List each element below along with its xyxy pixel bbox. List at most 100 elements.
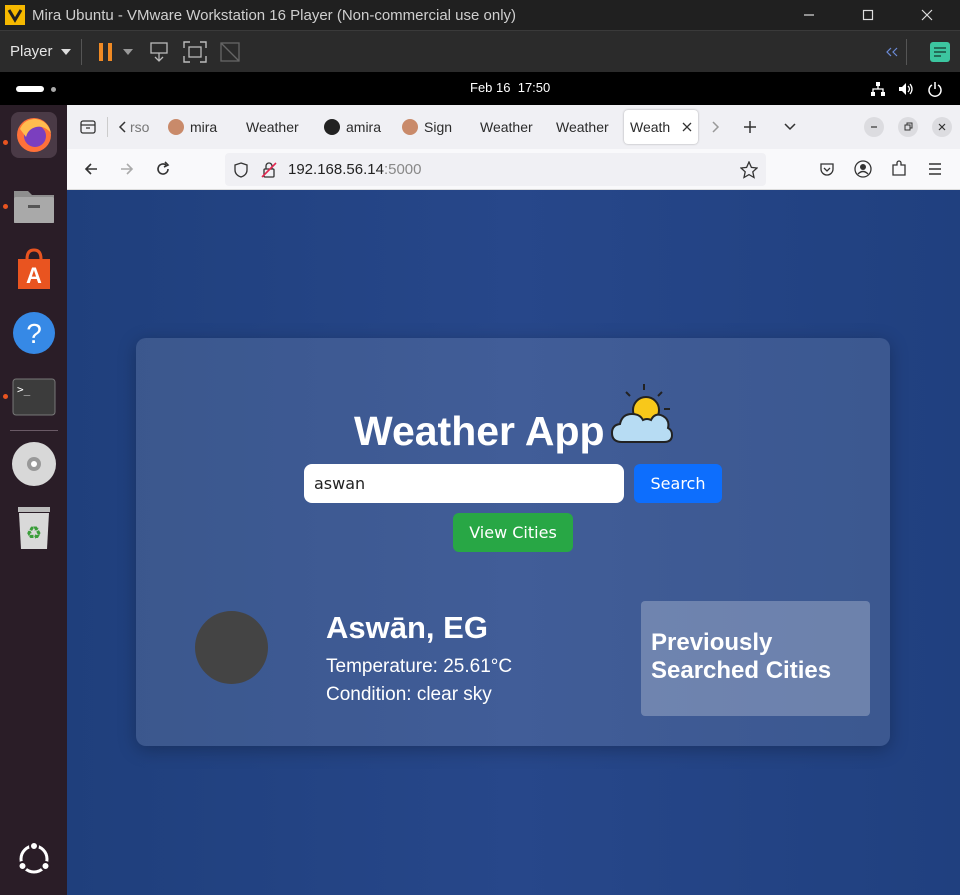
account-icon[interactable] <box>854 160 872 178</box>
tab-label: Weather <box>556 119 609 135</box>
tab-label: Weather <box>246 119 299 135</box>
weather-page: Weather App aswan Search View Cities Asw… <box>67 190 960 895</box>
tab-6[interactable]: Weather <box>474 110 546 144</box>
temperature-text: Temperature: 25.61°C <box>326 656 513 677</box>
power-icon[interactable] <box>927 81 943 97</box>
player-menu-label: Player <box>10 43 53 60</box>
volume-icon[interactable] <box>898 81 914 97</box>
tab-3[interactable]: Weather <box>240 110 312 144</box>
pause-icon[interactable] <box>96 41 116 63</box>
dock-files[interactable] <box>11 182 57 228</box>
activities-indicator[interactable] <box>16 86 44 92</box>
firefox-running-indicator <box>3 140 8 145</box>
tab-active[interactable]: Weath <box>624 110 698 144</box>
trash-icon: ♻ <box>18 507 50 549</box>
dock-trash[interactable]: ♻ <box>11 505 57 551</box>
restore-icon <box>904 122 913 131</box>
firefox-view-icon[interactable] <box>79 118 97 136</box>
tab-2[interactable]: mira <box>162 110 234 144</box>
files-running-indicator <box>3 204 8 209</box>
vmware-title-bar: Mira Ubuntu - VMware Workstation 16 Play… <box>0 0 960 30</box>
firefox-icon <box>17 118 51 152</box>
tab-1[interactable]: rso <box>130 110 156 144</box>
help-icon: ? <box>13 312 55 354</box>
clock-time: 17:50 <box>517 80 551 95</box>
tab-divider <box>107 117 108 137</box>
tab-4[interactable]: amira <box>318 110 390 144</box>
bookmark-star-icon[interactable] <box>740 161 758 179</box>
svg-text:>_: >_ <box>17 383 31 396</box>
window-close-button[interactable] <box>932 117 952 137</box>
url-bar[interactable]: 192.168.56.14 :5000 <box>225 153 766 186</box>
insecure-lock-icon[interactable] <box>261 161 277 178</box>
workspace-dot <box>51 87 56 92</box>
pause-dropdown-icon[interactable] <box>122 48 134 56</box>
svg-text:♻: ♻ <box>26 523 42 544</box>
files-folder-icon <box>14 191 54 223</box>
app-title: Weather App <box>354 408 605 454</box>
close-tab-icon[interactable] <box>682 122 692 132</box>
dropdown-arrow-icon <box>60 48 71 55</box>
dock-terminal[interactable]: >_ <box>11 374 57 420</box>
tab-label: Weather <box>480 119 533 135</box>
notes-icon[interactable] <box>929 41 951 63</box>
close-icon <box>921 9 933 21</box>
new-tab-plus-icon[interactable] <box>742 119 758 135</box>
network-icon[interactable] <box>870 81 886 97</box>
dock-separator <box>10 430 58 431</box>
clock[interactable]: Feb 16 17:50 <box>470 80 550 95</box>
scroll-tabs-left-icon[interactable] <box>116 120 130 134</box>
terminal-icon: >_ <box>12 378 56 416</box>
fullscreen-icon[interactable] <box>182 40 208 64</box>
weather-condition-icon <box>195 611 268 684</box>
tab-label: Sign <box>424 119 453 135</box>
minimize-icon <box>871 126 877 128</box>
list-tabs-chevron-down-icon[interactable] <box>782 119 798 135</box>
tab-5[interactable]: Sign <box>396 110 468 144</box>
send-ctrl-alt-del-icon[interactable] <box>148 41 172 63</box>
avatar-icon <box>402 119 418 135</box>
ubuntu-top-bar: Feb 16 17:50 <box>0 72 960 105</box>
forward-arrow-icon[interactable] <box>119 161 135 177</box>
previously-searched-panel: Previously Searched Cities <box>641 601 870 716</box>
close-icon <box>938 123 946 131</box>
city-search-input[interactable]: aswan <box>304 464 624 503</box>
pocket-icon[interactable] <box>819 161 835 177</box>
navigation-bar: 192.168.56.14 :5000 <box>67 149 960 190</box>
shield-icon[interactable] <box>233 161 249 178</box>
url-port: :5000 <box>383 161 422 178</box>
vmware-window-title: Mira Ubuntu - VMware Workstation 16 Play… <box>32 6 517 24</box>
unity-mode-icon[interactable] <box>218 40 242 64</box>
sun-behind-cloud-icon <box>610 384 674 443</box>
reload-icon[interactable] <box>155 161 171 177</box>
close-window-button[interactable] <box>904 0 950 30</box>
github-icon <box>324 119 340 135</box>
player-menu-button[interactable]: Player <box>10 43 71 60</box>
hamburger-menu-icon[interactable] <box>927 161 943 177</box>
scroll-tabs-right-icon[interactable] <box>708 120 722 134</box>
maximize-button[interactable] <box>845 0 891 30</box>
back-arrow-icon[interactable] <box>83 161 99 177</box>
dock-app-center[interactable]: A <box>11 246 57 292</box>
window-restore-button[interactable] <box>898 117 918 137</box>
weather-card: Weather App aswan Search View Cities Asw… <box>136 338 890 746</box>
view-cities-button[interactable]: View Cities <box>453 513 573 552</box>
show-apps-ubuntu-icon[interactable] <box>14 839 54 879</box>
terminal-running-indicator <box>3 394 8 399</box>
dock-help[interactable]: ? <box>11 310 57 356</box>
svg-text:?: ? <box>26 318 42 349</box>
clock-date: Feb 16 <box>470 80 511 95</box>
tab-label: amira <box>346 119 382 135</box>
collapse-toolbar-icon[interactable] <box>885 46 901 58</box>
extensions-puzzle-icon[interactable] <box>890 160 908 178</box>
tab-label: mira <box>190 119 218 135</box>
maximize-icon <box>862 9 874 21</box>
tab-7[interactable]: Weather <box>550 110 622 144</box>
dock-dvd[interactable] <box>11 441 57 487</box>
firefox-window: rso mira Weather amira Sign Weather Weat… <box>67 105 960 895</box>
tab-label: Weath <box>630 119 671 135</box>
search-button[interactable]: Search <box>634 464 722 503</box>
minimize-button[interactable] <box>786 0 832 30</box>
dock-firefox[interactable] <box>11 112 57 158</box>
window-minimize-button[interactable] <box>864 117 884 137</box>
